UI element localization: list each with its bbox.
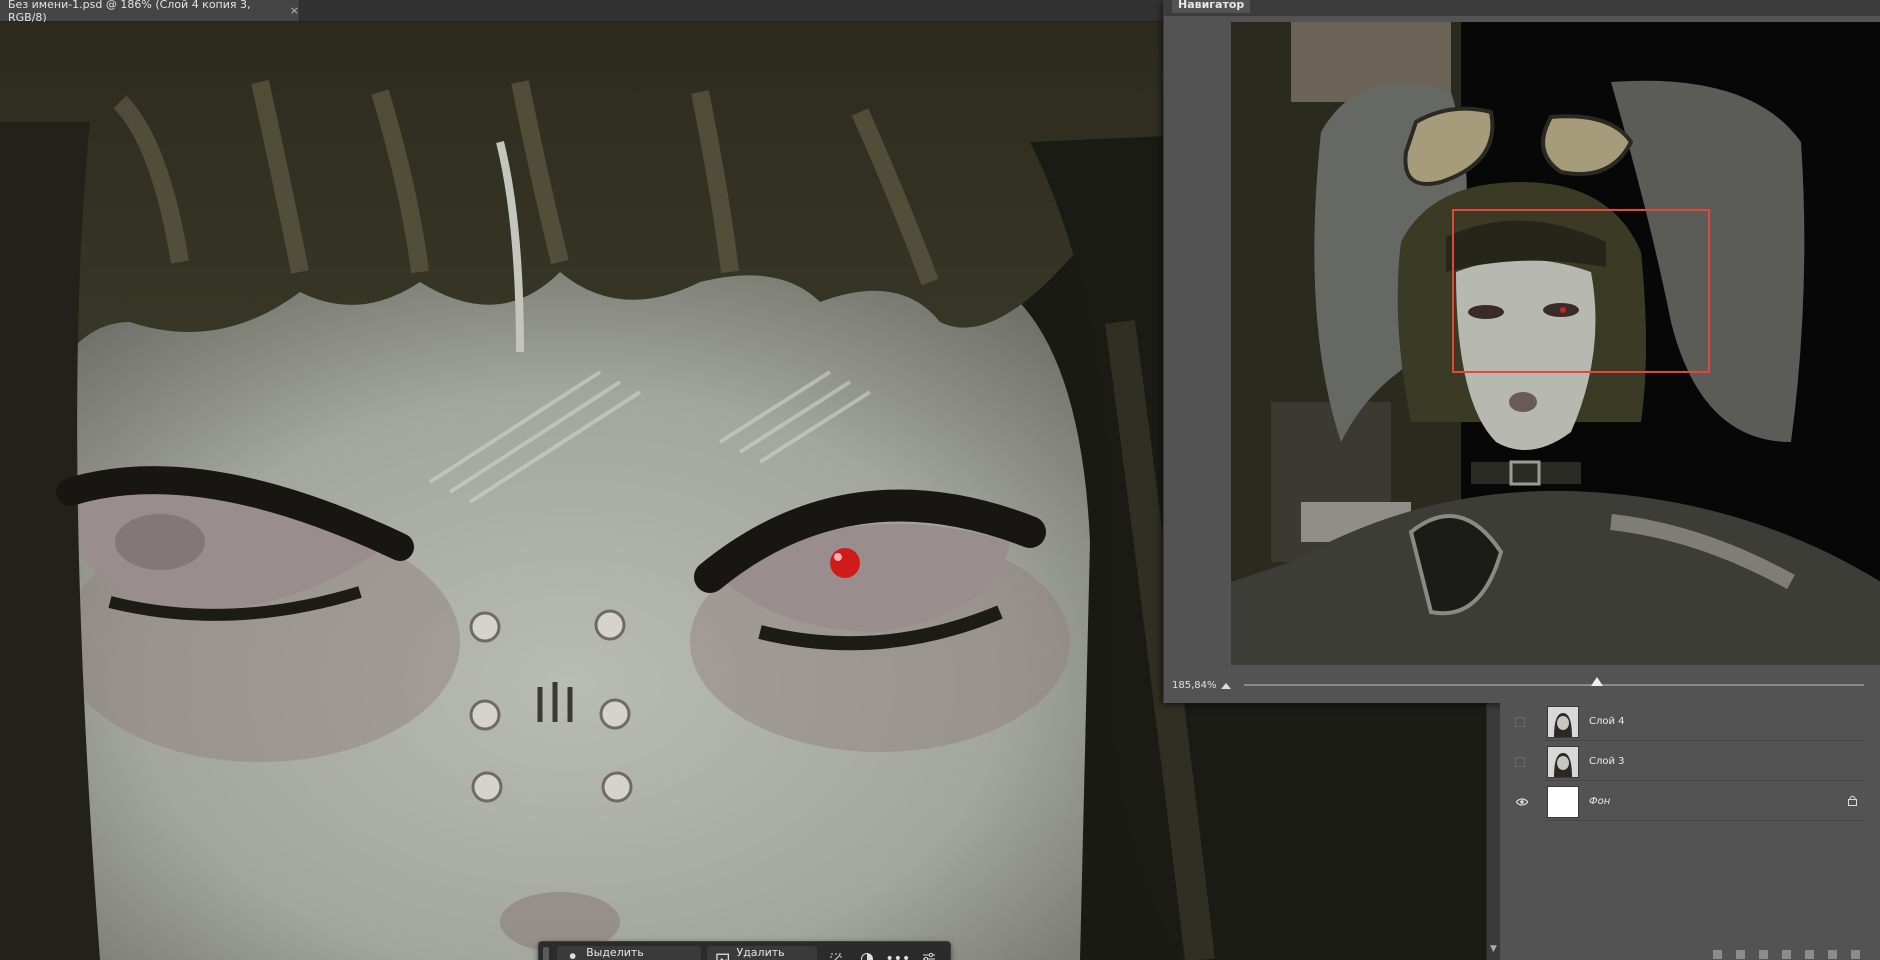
navigator-zoom-row: 185,84%	[1164, 670, 1880, 700]
folder-icon[interactable]	[1805, 950, 1814, 959]
layer-row[interactable]: Слой 3	[1515, 743, 1865, 781]
zoom-percentage[interactable]: 185,84%	[1172, 680, 1220, 691]
visibility-toggle[interactable]	[1515, 716, 1525, 727]
layer-row[interactable]: Фон	[1516, 783, 1865, 821]
navigator-preview[interactable]	[1231, 22, 1880, 665]
navigator-tab[interactable]: Навигатор	[1172, 0, 1251, 13]
zoom-out-icon[interactable]	[1220, 679, 1232, 691]
layer-row[interactable]: Слой 4	[1515, 703, 1865, 741]
layers-footer-toolbar	[1560, 950, 1880, 960]
transform-icon[interactable]	[823, 946, 850, 960]
remove-background-label: Удалить фон	[736, 946, 785, 960]
layer-name: Слой 4	[1589, 716, 1625, 727]
visibility-toggle[interactable]	[1515, 756, 1525, 767]
layer-thumbnail	[1547, 705, 1579, 738]
settings-sliders-icon[interactable]	[915, 946, 942, 960]
navigator-panel: Навигатор 185,84%	[1163, 0, 1880, 703]
remove-background-button[interactable]: Удалить фон	[707, 946, 817, 960]
adjustment-layer-icon[interactable]	[1782, 950, 1791, 959]
document-tab[interactable]: Без имени-1.psd @ 186% (Слой 4 копия 3, …	[0, 0, 300, 24]
layers-panel: Слой 4 Слой 3 Фон	[1500, 703, 1880, 960]
drag-handle[interactable]	[543, 947, 549, 960]
more-options-icon[interactable]: •••	[884, 946, 911, 960]
select-subject-button[interactable]: Выделить предмет	[556, 946, 702, 960]
layer-thumbnail	[1547, 745, 1579, 778]
document-tab-title: Без имени-1.psd @ 186% (Слой 4 копия 3, …	[8, 0, 251, 24]
image-icon	[716, 953, 730, 960]
navigator-thumbnail	[1231, 22, 1880, 665]
new-layer-icon[interactable]	[1828, 950, 1837, 959]
layer-thumbnail	[1547, 785, 1579, 818]
fx-icon[interactable]	[1736, 950, 1745, 959]
link-layers-icon[interactable]	[1713, 950, 1722, 959]
lock-icon[interactable]	[1848, 795, 1857, 809]
layer-name: Фон	[1589, 796, 1611, 807]
navigator-title-bar[interactable]: Навигатор	[1164, 0, 1880, 16]
person-icon	[569, 953, 576, 959]
layer-name: Слой 3	[1589, 756, 1625, 767]
select-subject-label: Выделить предмет	[586, 946, 644, 960]
adjustment-icon[interactable]	[854, 946, 881, 960]
eye-icon[interactable]	[1515, 795, 1529, 809]
mask-icon[interactable]	[1759, 950, 1768, 959]
trash-icon[interactable]	[1851, 950, 1860, 959]
contextual-task-bar: Выделить предмет Удалить фон •••	[538, 941, 951, 960]
zoom-slider-thumb[interactable]	[1591, 677, 1604, 686]
zoom-slider-track[interactable]	[1244, 677, 1864, 686]
close-icon[interactable]: ×	[290, 4, 299, 17]
chevron-down-icon[interactable]: ▼	[1490, 944, 1497, 954]
